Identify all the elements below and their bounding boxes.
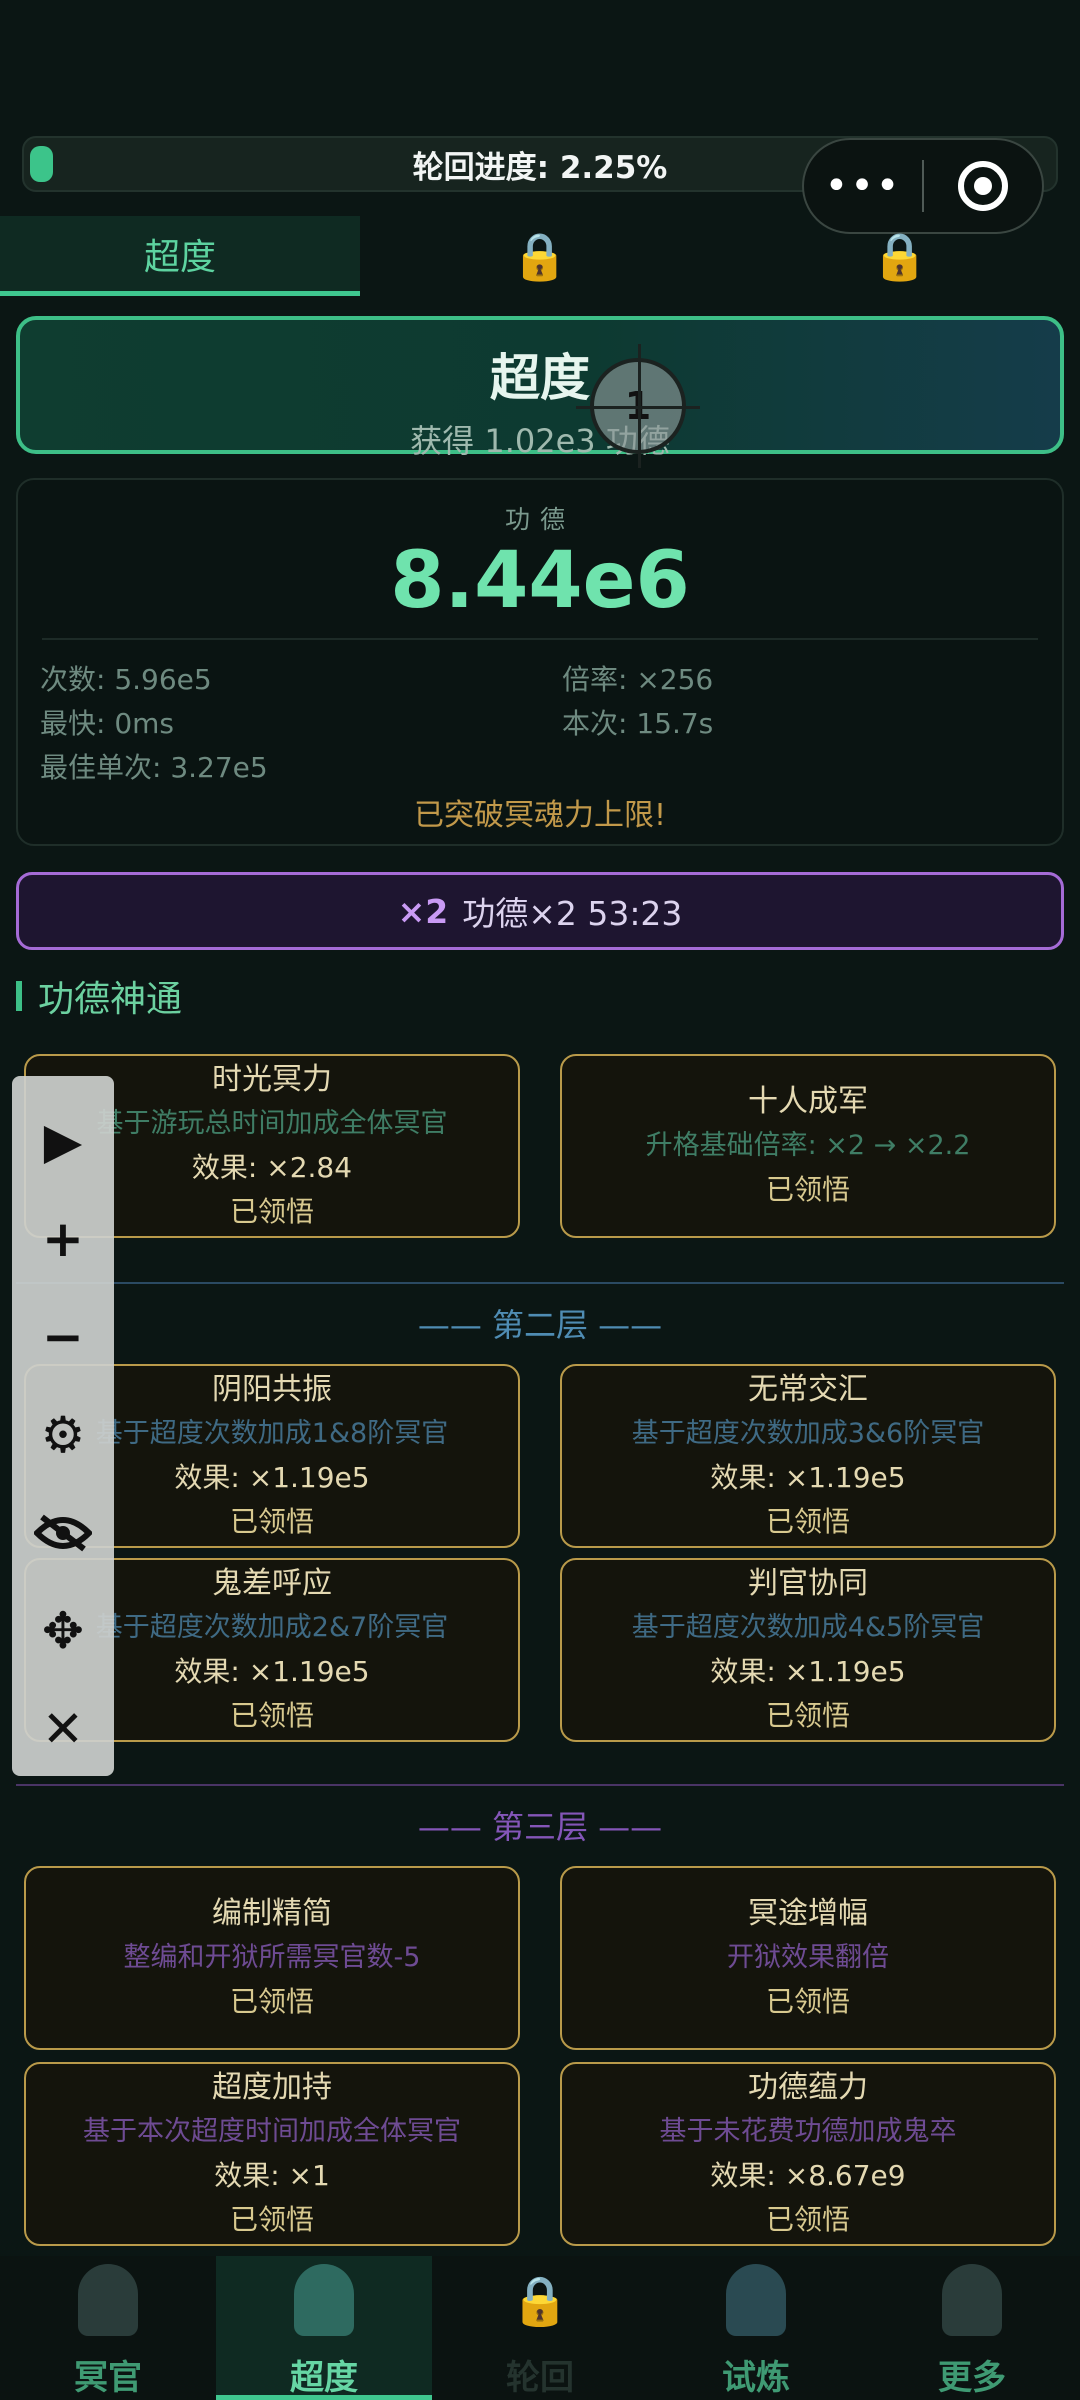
crosshair-badge: 1 [576,344,700,468]
skill-status: 已领悟 [765,2203,850,2236]
tier-divider [16,1282,1064,1284]
skill-desc: 升格基础倍率: ×2 → ×2.2 [645,1130,971,1161]
lock-icon: 🔒 [511,228,569,283]
gear-icon[interactable]: ⚙ [12,1386,114,1484]
stats-note: 已突破冥魂力上限! [413,798,667,833]
skill-name: 超度加持 [212,2070,332,2105]
skill-desc: 基于超度次数加成3&6阶冥官 [631,1418,985,1449]
skill-card[interactable]: 功德蕴力 基于未花费功德加成鬼卒 效果: ×8.67e9 已领悟 [560,2062,1056,2246]
nav-label: 轮回 [506,2358,574,2398]
skill-desc: 基于本次超度时间加成全体冥官 [83,2116,461,2147]
skill-name: 编制精简 [212,1896,332,1931]
skill-name: 冥途增幅 [748,1896,868,1931]
ghost-officer-icon [78,2264,138,2336]
more-dots-icon[interactable]: ••• [804,163,922,209]
stat-best: 最佳单次: 3.27e5 [40,751,268,784]
skill-effect: 效果: ×1.19e5 [710,1461,906,1494]
skill-status: 已领悟 [229,2203,314,2236]
skill-card[interactable]: 无常交汇 基于超度次数加成3&6阶冥官 效果: ×1.19e5 已领悟 [560,1364,1056,1548]
skill-effect: 效果: ×8.67e9 [710,2159,906,2192]
skill-card[interactable]: 超度加持 基于本次超度时间加成全体冥官 效果: ×1 已领悟 [24,2062,520,2246]
nav-item-chaodu[interactable]: 超度 [216,2256,432,2400]
skill-card[interactable]: 编制精简 整编和开狱所需冥官数-5 已领悟 [24,1866,520,2050]
skill-status: 已领悟 [765,1985,850,2018]
skill-name: 无常交汇 [748,1372,868,1407]
skill-name: 判官协同 [748,1566,868,1601]
skill-status: 已领悟 [229,1985,314,2018]
chaodu-title: 超度 [490,349,590,407]
skill-card[interactable]: 判官协同 基于超度次数加成4&5阶冥官 效果: ×1.19e5 已领悟 [560,1558,1056,1742]
skill-desc: 基于未花费功德加成鬼卒 [659,2116,957,2147]
merit-label: 功德 [504,505,575,534]
skill-status: 已领悟 [765,1173,850,1206]
nav-item-shilian[interactable]: 试炼 [648,2256,864,2400]
stat-rate: 倍率: ×256 [562,663,714,696]
play-icon[interactable]: ▶ [12,1092,114,1190]
nav-label: 试炼 [722,2358,790,2398]
buff-text: 功德×2 53:23 [462,894,683,933]
merit-value: 8.44e6 [390,536,690,626]
plus-icon[interactable]: + [12,1190,114,1288]
bottom-nav: 冥官 超度 🔒 轮回 试炼 更多 [0,2256,1080,2400]
eye-off-icon[interactable] [12,1484,114,1582]
chaodu-subtitle: 获得 1.02e3 功德 [410,422,670,460]
nav-item-mingguan[interactable]: 冥官 [0,2256,216,2400]
buff-tag: ×2 [397,891,449,931]
target-icon[interactable] [958,161,1008,211]
skill-desc: 整编和开狱所需冥官数-5 [123,1942,421,1973]
shrine-icon [294,2264,354,2336]
stat-count: 次数: 5.96e5 [40,663,212,696]
stat-fastest: 最快: 0ms [40,707,175,740]
tier-divider [16,1784,1064,1786]
lock-icon: 🔒 [510,2272,570,2329]
skill-effect: 效果: ×1 [214,2159,330,2192]
floating-toolbar: ▶ + − ⚙ ✥ ✕ [12,1076,114,1776]
skill-name: 十人成军 [748,1084,868,1119]
tier2-title: —— 第二层 —— [417,1306,663,1344]
capsule-divider [922,160,924,212]
crosshair-count: 1 [624,384,652,428]
nav-item-more[interactable]: 更多 [864,2256,1080,2400]
skill-name: 功德蕴力 [748,2070,868,2105]
minus-icon[interactable]: − [12,1288,114,1386]
section-title: 功德神通 [16,974,182,1020]
merit-buff-bar: ×2 功德×2 53:23 [16,872,1064,950]
skill-desc: 基于超度次数加成4&5阶冥官 [631,1612,985,1643]
flame-icon [726,2264,786,2336]
section-accent-bar [16,981,22,1011]
nav-label: 冥官 [74,2358,142,2398]
skill-status: 已领悟 [765,1699,850,1732]
skill-card[interactable]: 冥途增幅 开狱效果翻倍 已领悟 [560,1866,1056,2050]
nav-label: 更多 [938,2358,1006,2398]
tab-label: 超度 [143,236,216,278]
tab-fenhun[interactable]: 🔒 [720,216,1080,296]
skill-desc: 开狱效果翻倍 [727,1942,889,1973]
tab-chaodu[interactable]: 超度 [0,216,360,296]
close-icon[interactable]: ✕ [12,1680,114,1778]
nav-label: 超度 [290,2358,358,2398]
skill-effect: 效果: ×1.19e5 [710,1655,906,1688]
skill-status: 已领悟 [765,1505,850,1538]
tier3-title: —— 第三层 —— [417,1808,663,1846]
section-title-text: 功德神通 [38,979,183,1020]
lock-icon: 🔒 [871,228,929,283]
spade-icon [942,2264,1002,2336]
divider [42,638,1038,640]
merit-stats-card: 功德 8.44e6 次数: 5.96e5 倍率: ×256 最快: 0ms 本次… [16,478,1064,846]
tab-mingyin[interactable]: 🔒 [360,216,720,296]
move-icon[interactable]: ✥ [12,1582,114,1680]
stat-current: 本次: 15.7s [562,707,714,740]
skill-card[interactable]: 十人成军 升格基础倍率: ×2 → ×2.2 已领悟 [560,1054,1056,1238]
chaodu-button[interactable]: 超度 获得 1.02e3 功德 [16,316,1064,460]
nav-item-lunhui[interactable]: 🔒 轮回 [432,2256,648,2400]
